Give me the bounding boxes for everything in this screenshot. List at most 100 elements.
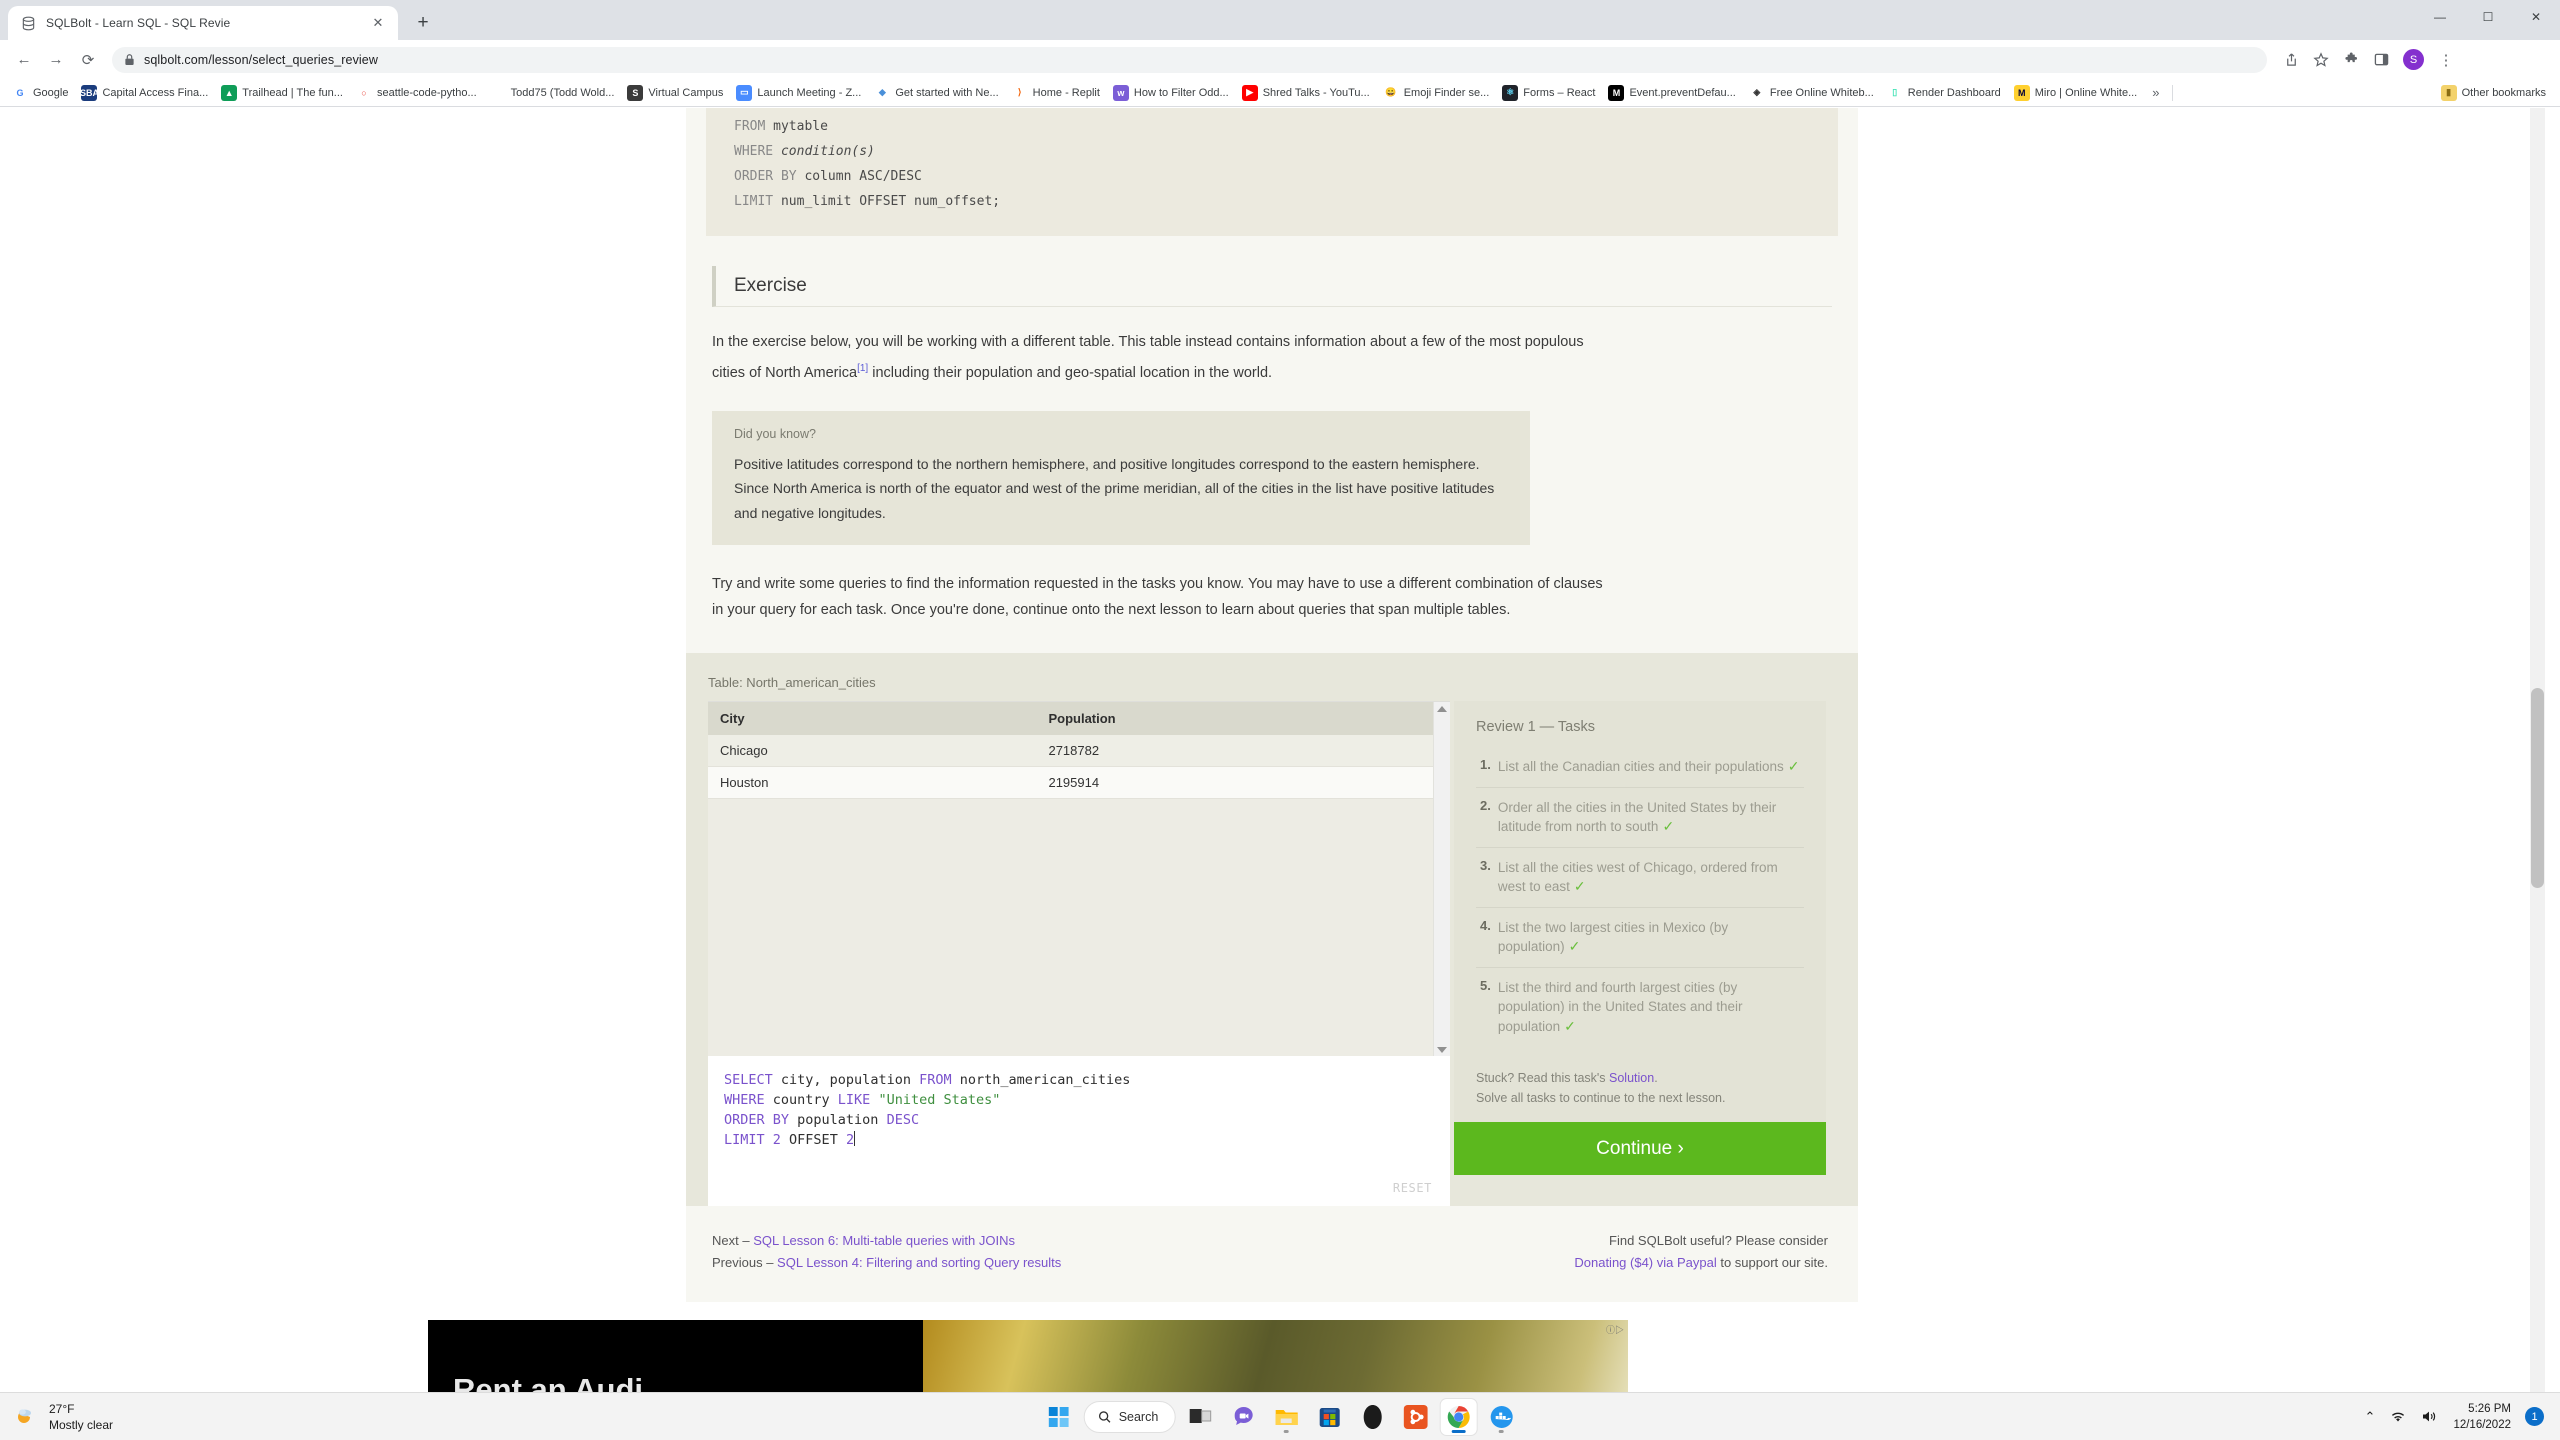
ad-info-icon[interactable]: ⓘ▷ — [1606, 1323, 1624, 1336]
next-lesson-link[interactable]: SQL Lesson 6: Multi-table queries with J… — [753, 1233, 1015, 1248]
address-bar[interactable]: sqlbolt.com/lesson/select_queries_review — [112, 46, 2267, 73]
google-chrome-button[interactable] — [1440, 1398, 1477, 1435]
profile-avatar[interactable]: S — [2403, 49, 2424, 70]
task-item[interactable]: 2. Order all the cities in the United Sta… — [1476, 788, 1804, 848]
bookmark-favicon-icon: SBA — [81, 84, 98, 101]
search-icon — [1098, 1410, 1112, 1424]
bookmark-item[interactable]: ◈ Free Online Whiteb... — [1743, 82, 1880, 104]
maximize-button[interactable]: ☐ — [2464, 0, 2512, 34]
wifi-icon[interactable] — [2389, 1409, 2407, 1424]
teams-chat-button[interactable] — [1225, 1399, 1261, 1435]
notification-badge[interactable]: 1 — [2525, 1407, 2544, 1426]
bookmark-item[interactable]: S Virtual Campus — [621, 82, 729, 104]
close-icon[interactable]: ✕ — [370, 15, 386, 31]
task-item[interactable]: 1. List all the Canadian cities and their… — [1476, 747, 1804, 788]
results-header-row: City Population — [708, 702, 1450, 736]
text-caret — [854, 1131, 856, 1147]
bookmark-item[interactable]: ▯ Render Dashboard — [1881, 82, 2007, 104]
puzzle-icon[interactable] — [2337, 46, 2365, 74]
task-item[interactable]: 4. List the two largest cities in Mexico … — [1476, 908, 1804, 968]
did-you-know-body: Positive latitudes correspond to the nor… — [734, 455, 1495, 521]
code-text: condition(s) — [773, 144, 875, 159]
bookmark-item[interactable]: ▭ Launch Meeting - Z... — [730, 82, 867, 104]
page-scrollbar[interactable] — [2530, 108, 2545, 1420]
other-bookmarks-button[interactable]: ▮ Other bookmarks — [2433, 82, 2554, 104]
sql-editor[interactable]: SELECT city, population FROM north_ameri… — [708, 1056, 1450, 1207]
code-keyword: ORDER BY — [734, 169, 797, 184]
minimize-button[interactable]: — — [2416, 0, 2464, 34]
menu-icon[interactable]: ⋮ — [2432, 46, 2460, 74]
bookmark-item[interactable]: ◆ Get started with Ne... — [868, 82, 1004, 104]
results-table: City Population Chicago 2718782 Houston 2195… — [708, 702, 1450, 800]
bookmark-item[interactable]: ○ seattle-code-pytho... — [350, 82, 483, 104]
microsoft-store-button[interactable] — [1311, 1399, 1347, 1435]
alienware-button[interactable] — [1354, 1399, 1390, 1435]
start-button[interactable] — [1041, 1399, 1077, 1435]
editor-line: ORDER BY population DESC — [724, 1110, 1450, 1130]
donate-link[interactable]: Donating ($4) via Paypal — [1574, 1255, 1716, 1270]
browser-tab-sqlbolt[interactable]: SQLBolt - Learn SQL - SQL Revie ✕ — [8, 6, 398, 40]
table-row: Chicago 2718782 — [708, 735, 1450, 768]
bookmark-label: Event.preventDefau... — [1629, 86, 1736, 99]
bookmark-item[interactable]: ▲ Trailhead | The fun... — [215, 82, 349, 104]
weather-widget[interactable]: 27°F Mostly clear — [0, 1401, 113, 1433]
editor-token: 2 — [845, 1132, 855, 1149]
bookmark-favicon-icon: M — [2013, 84, 2030, 101]
volume-icon[interactable] — [2421, 1409, 2439, 1424]
bookmark-item[interactable]: SBA Capital Access Fina... — [75, 82, 214, 104]
tab-strip: SQLBolt - Learn SQL - SQL Revie ✕ + — ☐ … — [0, 0, 2560, 40]
solution-link[interactable]: Solution — [1609, 1071, 1654, 1085]
bookmark-item[interactable]: G Google — [6, 82, 74, 104]
reload-icon[interactable]: ⟳ — [74, 46, 102, 74]
close-window-button[interactable]: ✕ — [2512, 0, 2560, 34]
ubuntu-button[interactable] — [1397, 1399, 1433, 1435]
bookmark-item[interactable]: ⟩ Home - Replit — [1006, 82, 1106, 104]
bookmark-item[interactable]: ▶ Shred Talks - YouTu... — [1236, 82, 1376, 104]
bookmarks-overflow-button[interactable]: » — [2144, 85, 2167, 100]
editor-token: "United States" — [878, 1092, 1001, 1109]
docker-button[interactable] — [1483, 1399, 1519, 1435]
footnote-marker[interactable]: [1] — [857, 363, 868, 374]
continue-button[interactable]: Continue › — [1454, 1122, 1826, 1176]
chevron-up-icon[interactable]: ⌃ — [2365, 1409, 2376, 1425]
bookmark-item[interactable]: ⚛ Forms – React — [1496, 82, 1601, 104]
browser-window: SQLBolt - Learn SQL - SQL Revie ✕ + — ☐ … — [0, 0, 2560, 1440]
back-icon[interactable]: ← — [10, 46, 38, 74]
taskbar-search-button[interactable]: Search — [1083, 1400, 1176, 1433]
side-panel-icon[interactable] — [2367, 46, 2395, 74]
task-item[interactable]: 5. List the third and fourth largest citi… — [1476, 968, 1804, 1047]
reset-button[interactable]: RESET — [1393, 1178, 1432, 1198]
star-icon[interactable] — [2307, 46, 2335, 74]
bookmark-item[interactable]: w How to Filter Odd... — [1107, 82, 1235, 104]
bookmark-label: Shred Talks - YouTu... — [1262, 86, 1370, 99]
taskbar-clock[interactable]: 5:26 PM 12/16/2022 — [2453, 1401, 2511, 1433]
bookmark-item[interactable]: 😀 Emoji Finder se... — [1377, 82, 1496, 104]
prev-lesson-link[interactable]: SQL Lesson 4: Filtering and sorting Quer… — [777, 1255, 1061, 1270]
task-view-button[interactable] — [1182, 1399, 1218, 1435]
task-item[interactable]: 3. List all the cities west of Chicago, o… — [1476, 848, 1804, 908]
page-scrollbar-thumb[interactable] — [2531, 688, 2544, 888]
scroll-down-icon[interactable] — [1437, 1047, 1447, 1054]
lesson-footer-nav: Next – SQL Lesson 6: Multi-table queries… — [686, 1206, 1858, 1303]
forward-icon[interactable]: → — [42, 46, 70, 74]
did-you-know-title: Did you know? — [734, 426, 816, 441]
new-tab-button[interactable]: + — [407, 7, 439, 39]
scroll-up-icon[interactable] — [1437, 706, 1447, 713]
file-explorer-button[interactable] — [1268, 1399, 1304, 1435]
bookmark-favicon-icon: ▯ — [1886, 84, 1903, 101]
bookmark-item[interactable]: M Event.preventDefau... — [1602, 82, 1741, 104]
bookmark-item[interactable]: Todd75 (Todd Wold... — [484, 82, 621, 104]
bookmark-label: Render Dashboard — [1907, 86, 2001, 99]
next-lesson-line: Next – SQL Lesson 6: Multi-table queries… — [712, 1230, 1061, 1252]
other-bookmarks-label: Other bookmarks — [2461, 86, 2546, 99]
bookmark-label: Launch Meeting - Z... — [757, 86, 862, 99]
stuck-help-box: Stuck? Read this task's Solution. Solve … — [1454, 1062, 1826, 1123]
share-icon[interactable] — [2277, 46, 2305, 74]
results-column-header: Population — [1036, 702, 1450, 736]
instructions-paragraph: Try and write some queries to find the i… — [712, 576, 1603, 618]
task-complete-check-icon: ✓ — [1568, 938, 1581, 955]
editor-token: DESC — [886, 1112, 920, 1129]
results-cell: 2718782 — [1036, 735, 1450, 768]
bookmark-item[interactable]: M Miro | Online White... — [2008, 82, 2144, 104]
results-scrollbar[interactable] — [1433, 702, 1450, 1058]
